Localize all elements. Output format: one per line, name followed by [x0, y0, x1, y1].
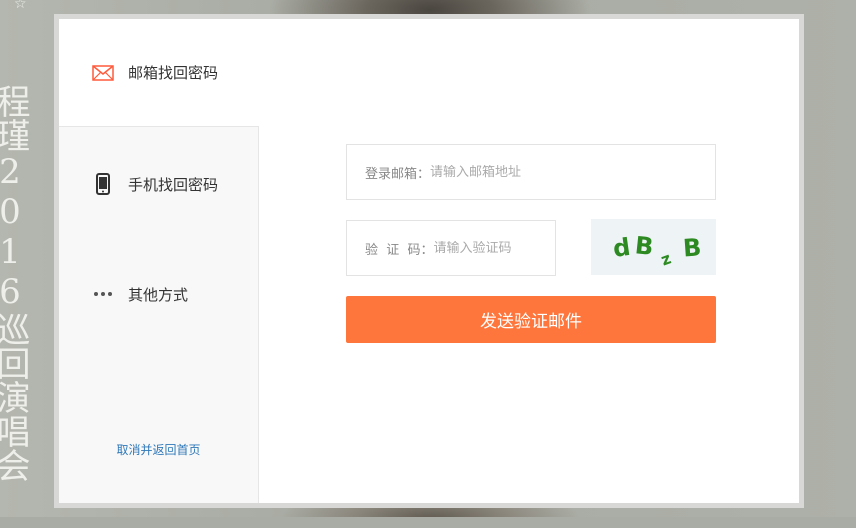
captcha-char-3: z	[658, 248, 673, 269]
recovery-method-sidebar: 邮箱找回密码 手机找回密码 其他方式 取消并返回首页	[59, 19, 259, 503]
password-recovery-modal: 邮箱找回密码 手机找回密码 其他方式 取消并返回首页 登录邮箱： 请输入邮箱地址…	[54, 14, 804, 508]
captcha-char-1: d	[611, 233, 632, 263]
send-verification-email-button[interactable]: 发送验证邮件	[346, 296, 716, 343]
modal-body: 邮箱找回密码 手机找回密码 其他方式 取消并返回首页 登录邮箱： 请输入邮箱地址…	[59, 19, 799, 503]
captcha-char-4: B	[682, 233, 702, 262]
email-field-label: 登录邮箱：	[365, 166, 431, 182]
captcha-glyphs: d B z B	[611, 231, 702, 269]
email-field: 登录邮箱：	[346, 144, 716, 200]
captcha-char-2: B	[633, 231, 654, 261]
sidebar-item-phone[interactable]: 手机找回密码	[59, 130, 258, 238]
captcha-image[interactable]: d B z B	[591, 219, 716, 275]
sidebar-item-label: 其他方式	[128, 285, 189, 304]
sidebar-item-label: 手机找回密码	[128, 175, 219, 194]
sidebar-item-label: 邮箱找回密码	[128, 64, 219, 82]
cancel-return-home-link[interactable]: 取消并返回首页	[59, 441, 258, 458]
more-dots-icon	[91, 282, 115, 306]
mobile-phone-icon	[91, 172, 115, 196]
captcha-field-label: 验 证 码：	[365, 242, 434, 258]
sidebar-item-email[interactable]: 邮箱找回密码	[59, 19, 259, 127]
decorative-star-icon: ☆	[14, 0, 27, 12]
envelope-icon	[91, 61, 115, 85]
email-input[interactable]	[430, 164, 715, 180]
captcha-field: 验 证 码：	[346, 220, 556, 276]
captcha-input[interactable]	[433, 240, 555, 256]
poster-title: 程瑾2016巡回演唱会	[0, 84, 30, 482]
sidebar-item-other[interactable]: 其他方式	[59, 240, 258, 348]
